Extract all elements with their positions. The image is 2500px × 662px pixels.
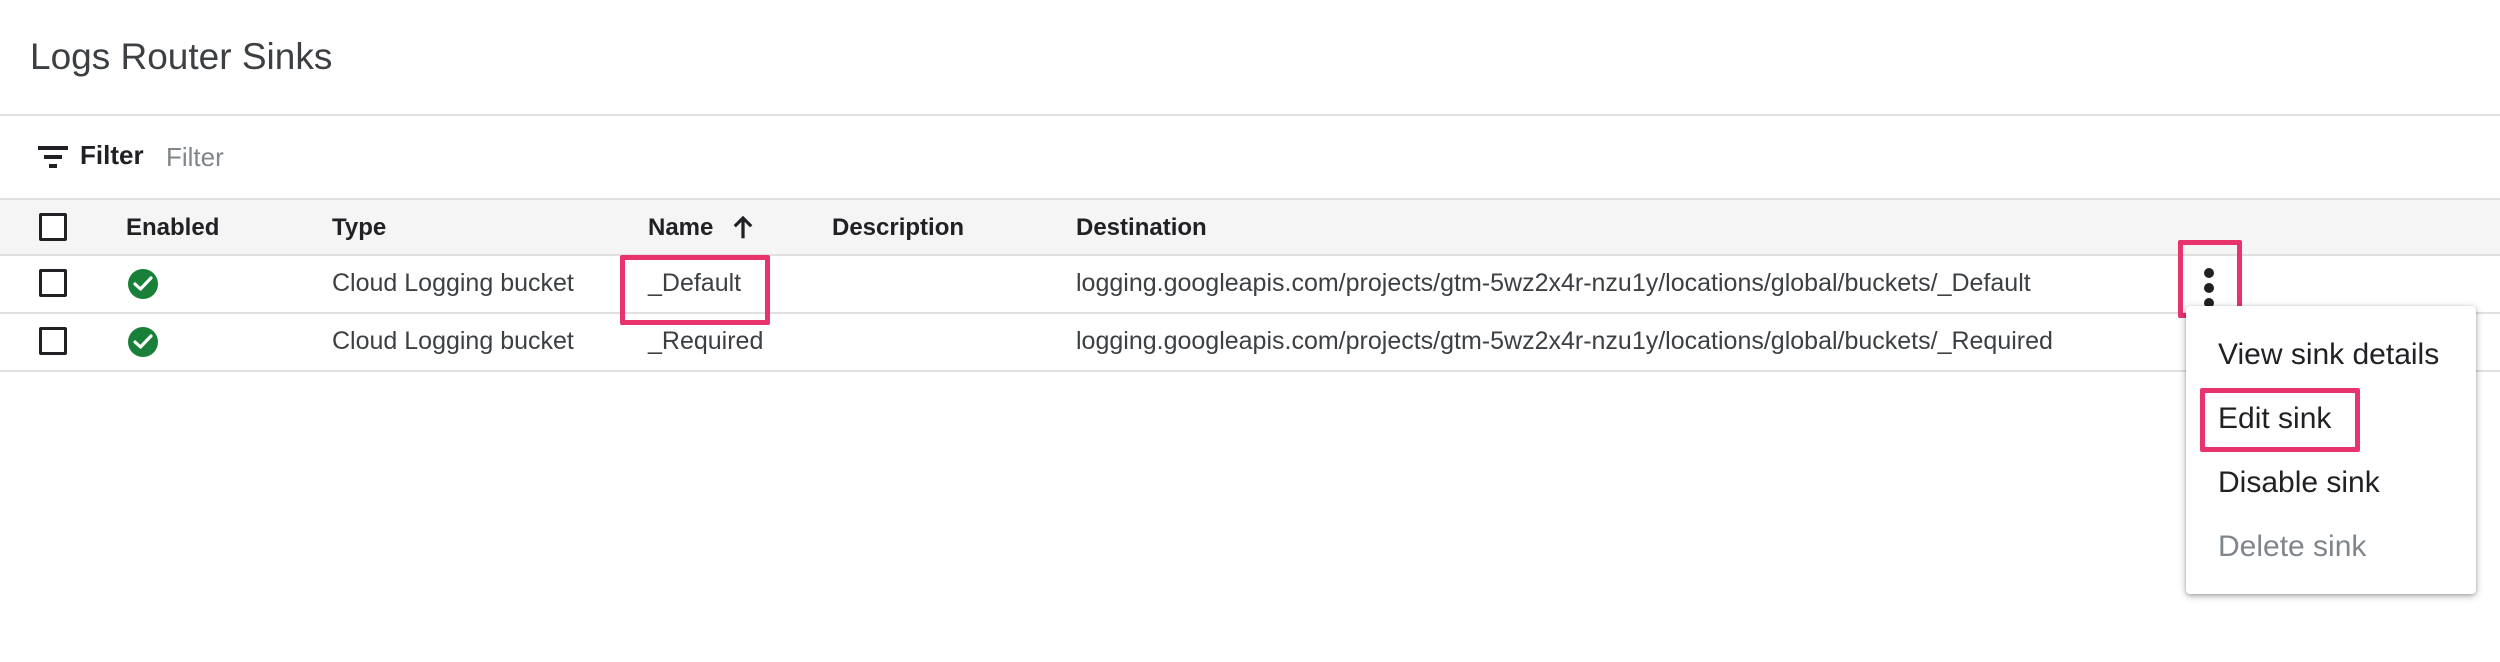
table-header: Enabled Type Name Description Destinatio…: [0, 198, 2500, 256]
arrow-upward-icon[interactable]: [728, 212, 758, 242]
row-name[interactable]: _Required: [648, 327, 763, 356]
column-header-type[interactable]: Type: [332, 214, 386, 242]
edit-sink-highlight-box: [2200, 388, 2360, 452]
filter-input[interactable]: [164, 134, 668, 180]
row-destination: logging.googleapis.com/projects/gtm-5wz2…: [1076, 269, 2031, 297]
table-row[interactable]: Cloud Logging bucket _Required logging.g…: [0, 314, 2500, 372]
column-header-destination[interactable]: Destination: [1076, 214, 1207, 242]
row-type: Cloud Logging bucket: [332, 327, 574, 355]
name-highlight-box: [620, 255, 770, 325]
column-header-description[interactable]: Description: [832, 214, 964, 242]
filter-label[interactable]: Filter: [80, 140, 144, 171]
check-circle-icon: [128, 327, 158, 357]
check-circle-icon: [128, 269, 158, 299]
menu-item-disable-sink[interactable]: Disable sink: [2218, 466, 2380, 500]
menu-item-view-sink-details[interactable]: View sink details: [2218, 338, 2439, 372]
column-header-name[interactable]: Name: [648, 214, 713, 242]
menu-item-delete-sink: Delete sink: [2218, 530, 2367, 563]
row-destination: logging.googleapis.com/projects/gtm-5wz2…: [1076, 327, 2053, 355]
filter-icon[interactable]: [38, 144, 68, 170]
row-checkbox[interactable]: [39, 327, 67, 355]
row-checkbox[interactable]: [39, 269, 67, 297]
filter-bar: Filter: [0, 116, 2500, 198]
select-all-checkbox[interactable]: [39, 213, 67, 241]
row-type: Cloud Logging bucket: [332, 269, 574, 297]
column-header-enabled[interactable]: Enabled: [126, 214, 219, 242]
page-title: Logs Router Sinks: [30, 36, 333, 77]
table-row[interactable]: Cloud Logging bucket _Default logging.go…: [0, 256, 2500, 314]
